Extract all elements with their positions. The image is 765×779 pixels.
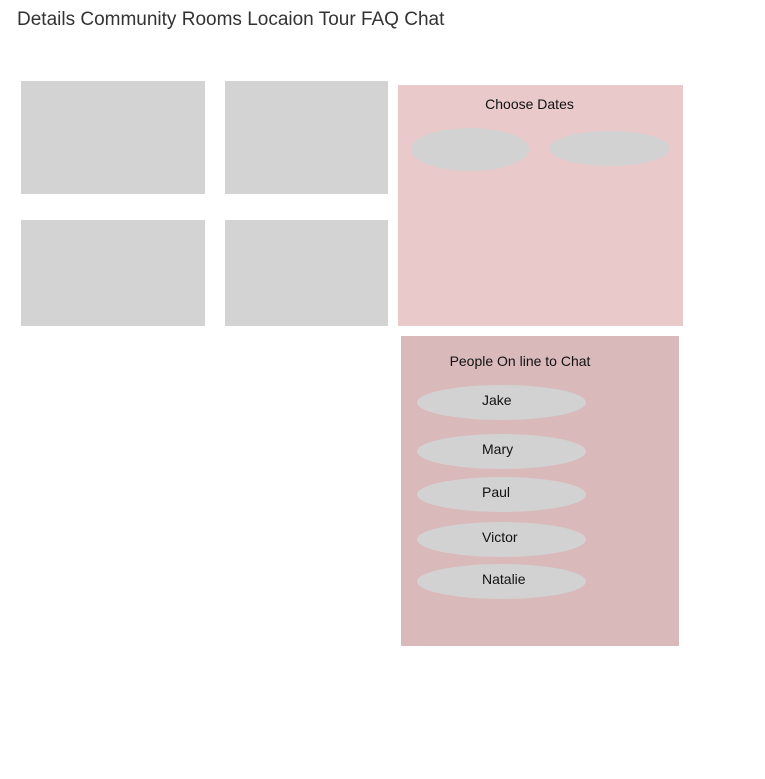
person-name: Victor xyxy=(482,529,518,545)
nav-faq[interactable]: FAQ xyxy=(361,9,399,30)
image-placeholder-2 xyxy=(225,81,388,194)
chat-person-natalie[interactable]: Natalie xyxy=(417,564,586,599)
chat-panel-title: People On line to Chat xyxy=(449,353,591,369)
nav-location[interactable]: Locaion xyxy=(247,9,314,30)
nav-tour[interactable]: Tour xyxy=(319,9,356,30)
choose-dates-title: Choose Dates xyxy=(485,96,574,112)
chat-person-mary[interactable]: Mary xyxy=(417,434,586,469)
top-nav: Details Community Rooms Locaion Tour FAQ… xyxy=(17,8,444,32)
person-name: Jake xyxy=(482,392,512,408)
person-name: Paul xyxy=(482,484,511,500)
image-placeholder-4 xyxy=(225,220,388,326)
nav-community[interactable]: Community xyxy=(80,9,176,30)
choose-dates-panel: Choose Dates xyxy=(398,85,683,326)
chat-person-paul[interactable]: Paul xyxy=(417,477,586,512)
start-date-picker[interactable] xyxy=(411,128,529,171)
nav-details[interactable]: Details xyxy=(17,9,75,30)
chat-person-jake[interactable]: Jake xyxy=(417,385,586,420)
person-name: Mary xyxy=(482,441,514,457)
end-date-picker[interactable] xyxy=(549,131,670,166)
chat-person-victor[interactable]: Victor xyxy=(417,522,586,557)
person-name: Natalie xyxy=(482,571,526,587)
nav-chat[interactable]: Chat xyxy=(404,9,444,30)
image-placeholder-1 xyxy=(21,81,205,194)
nav-rooms[interactable]: Rooms xyxy=(182,9,242,30)
image-placeholder-3 xyxy=(21,220,205,326)
chat-people-panel: People On line to Chat Jake Mary Paul Vi… xyxy=(401,336,679,646)
